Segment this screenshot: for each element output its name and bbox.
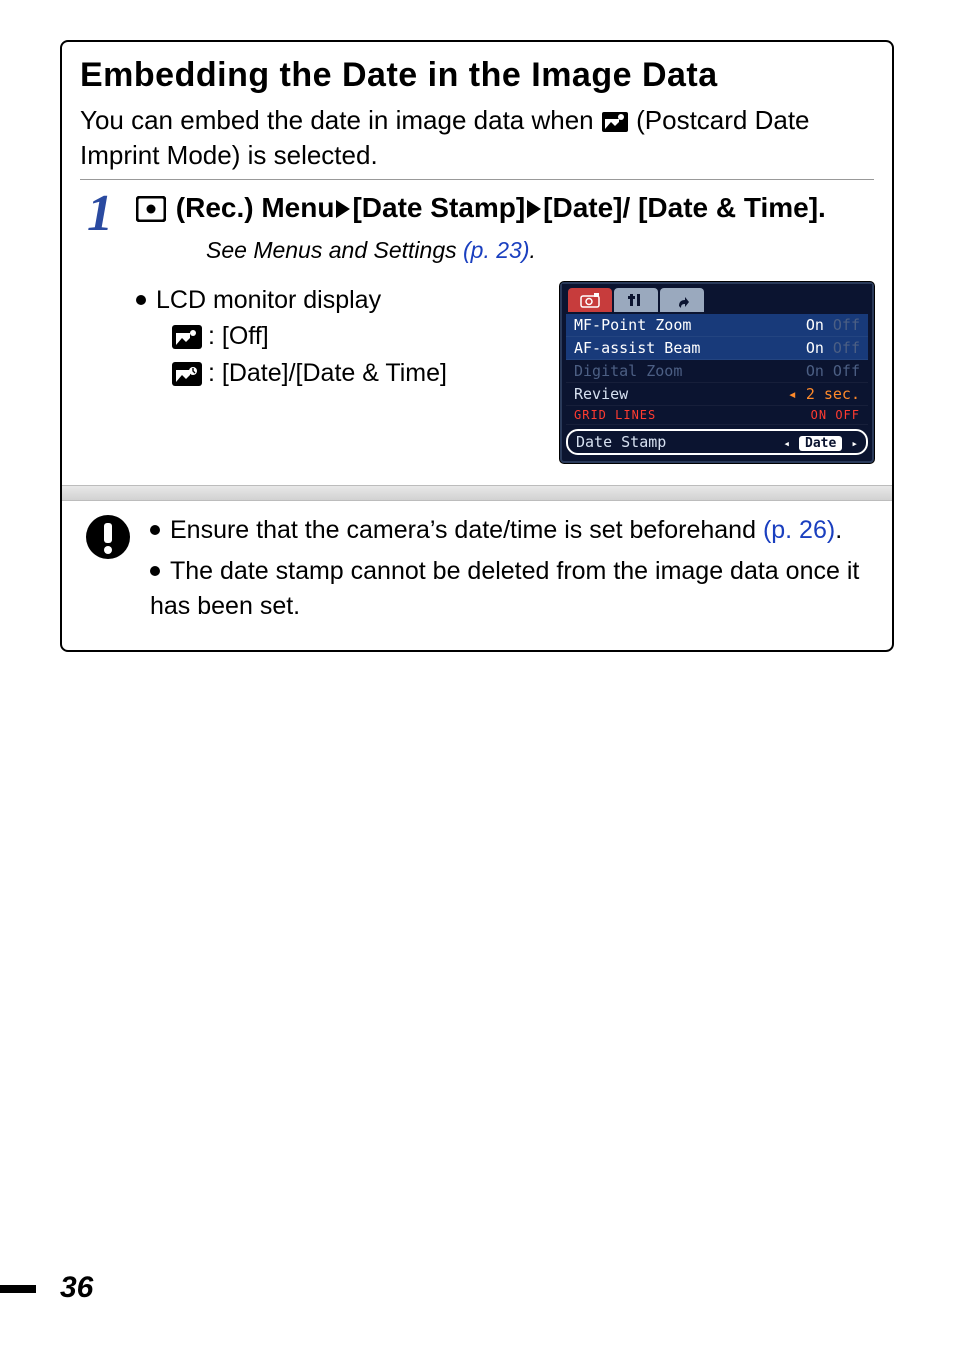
breadcrumb-arrow-icon bbox=[336, 200, 350, 218]
lcd-row-review: Review◂ 2 sec. bbox=[566, 383, 868, 406]
mode-date-line: : [Date]/[Date & Time] bbox=[172, 355, 538, 393]
lcd-tab-tools-icon bbox=[614, 288, 658, 312]
step-heading: (Rec.) Menu [Date Stamp] [Date]/ [Date & T… bbox=[136, 190, 874, 226]
rec-menu-icon bbox=[136, 196, 166, 222]
postcard-mode-icon bbox=[601, 111, 629, 133]
lcd-tabs bbox=[562, 284, 872, 312]
rec-menu-label: (Rec.) Menu bbox=[168, 192, 334, 223]
breadcrumb-arrow-icon bbox=[527, 200, 541, 218]
mode-off-label: : [Off] bbox=[208, 318, 269, 356]
lcd-heading: LCD monitor display bbox=[136, 282, 538, 318]
lcd-datestamp-label: Date Stamp bbox=[576, 433, 666, 451]
divider bbox=[80, 179, 874, 180]
mode-date-label: : [Date]/[Date & Time] bbox=[208, 355, 447, 393]
thumb-index-bar bbox=[0, 1285, 36, 1293]
note-datetime: Ensure that the camera’s date/time is se… bbox=[150, 513, 870, 548]
breadcrumb-date: [Date] bbox=[543, 192, 622, 223]
lcd-row-digitalzoom: Digital ZoomOn Off bbox=[566, 360, 868, 383]
step-number: 1 bbox=[80, 188, 120, 240]
see-link[interactable]: (p. 23) bbox=[463, 237, 529, 263]
see-post: . bbox=[529, 237, 535, 263]
note-link-p26[interactable]: (p. 26) bbox=[763, 516, 835, 544]
lcd-description: LCD monitor display : [Off] : [Date]/[D bbox=[136, 282, 538, 393]
lcd-tab-rec-icon bbox=[568, 288, 612, 312]
lcd-tab-setup-icon bbox=[660, 288, 704, 312]
breadcrumb-date-stamp: [Date Stamp] bbox=[352, 192, 525, 223]
lcd-screenshot: MF-Point ZoomOn Off AF-assist BeamOn Off… bbox=[560, 282, 874, 463]
lcd-datestamp-value: Date bbox=[799, 436, 842, 451]
lcd-row-datestamp: Date Stamp ◂ Date ▸ bbox=[566, 429, 868, 455]
breadcrumb-date-time: / [Date & Time]. bbox=[623, 192, 826, 223]
section-divider-band bbox=[62, 485, 892, 501]
notes-block: Ensure that the camera’s date/time is se… bbox=[80, 513, 874, 634]
mode-off-line: : [Off] bbox=[172, 318, 538, 356]
step-1: 1 (Rec.) Menu [Date Stamp] [Date]/ [Date &… bbox=[80, 186, 874, 462]
page-number: 36 bbox=[60, 1271, 93, 1305]
postcard-date-icon bbox=[172, 362, 202, 386]
lcd-row-afassist: AF-assist BeamOn Off bbox=[566, 337, 868, 360]
lcd-row-mfpoint: MF-Point ZoomOn Off bbox=[566, 314, 868, 337]
caution-icon bbox=[84, 513, 132, 561]
lcd-row-gridlines: Grid LinesOn Off bbox=[566, 406, 868, 425]
see-pre: See Menus and Settings bbox=[206, 237, 463, 263]
section-title: Embedding the Date in the Image Data bbox=[80, 56, 874, 95]
postcard-off-icon bbox=[172, 325, 202, 349]
intro-pre: You can embed the date in image data whe… bbox=[80, 105, 601, 135]
content-card: Embedding the Date in the Image Data You… bbox=[60, 40, 894, 652]
see-reference: See Menus and Settings (p. 23). bbox=[206, 237, 874, 264]
intro-text: You can embed the date in image data whe… bbox=[80, 103, 874, 173]
note-cannot-delete: The date stamp cannot be deleted from th… bbox=[150, 554, 870, 624]
